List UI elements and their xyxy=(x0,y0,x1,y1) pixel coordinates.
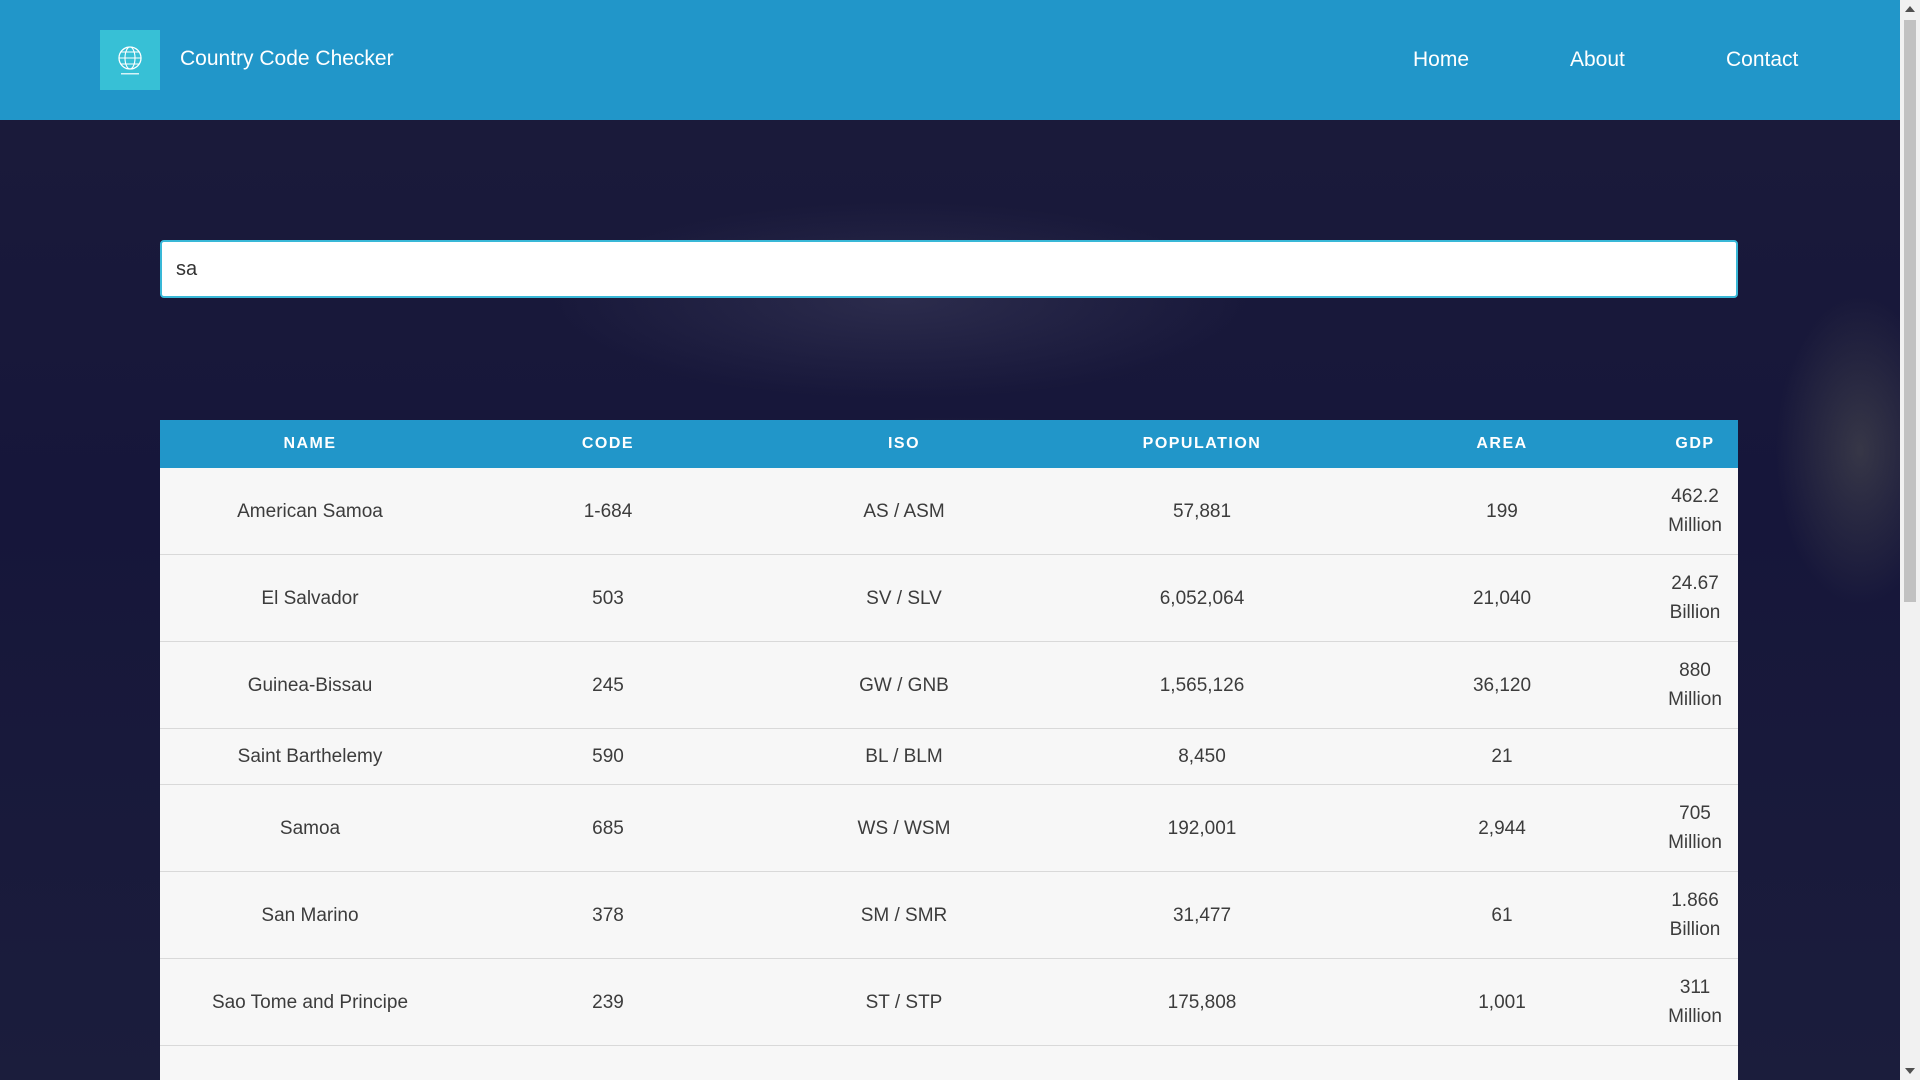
cell-population: 31,477 xyxy=(1052,871,1352,959)
country-table-container: NAME CODE ISO POPULATION AREA GDP Americ… xyxy=(160,420,1738,1080)
cell-code: 245 xyxy=(460,641,756,729)
cell-code xyxy=(460,1045,756,1080)
cell-code: 685 xyxy=(460,784,756,872)
cell-population: 57,881 xyxy=(1052,468,1352,555)
column-header-population[interactable]: POPULATION xyxy=(1052,420,1352,468)
cell-area: 2,944 xyxy=(1352,784,1652,872)
nav-about-link[interactable]: About xyxy=(1570,48,1625,72)
cell-gdp: 462.2 Million xyxy=(1652,468,1738,555)
cell-population: 8,450 xyxy=(1052,728,1352,785)
cell-iso: SM / SMR xyxy=(756,871,1052,959)
cell-code: 378 xyxy=(460,871,756,959)
table-row[interactable]: Guinea-Bissau 245 GW / GNB 1,565,126 36,… xyxy=(160,641,1738,729)
cell-gdp: 705 Million xyxy=(1652,784,1738,872)
scroll-down-arrow-icon[interactable] xyxy=(1905,1068,1915,1074)
cell-name: San Marino xyxy=(160,871,460,959)
nav-home-link[interactable]: Home xyxy=(1413,48,1469,72)
column-header-gdp[interactable]: GDP xyxy=(1652,420,1738,468)
cell-iso: WS / WSM xyxy=(756,784,1052,872)
country-table: NAME CODE ISO POPULATION AREA GDP Americ… xyxy=(160,420,1738,1080)
column-header-iso[interactable]: ISO xyxy=(756,420,1052,468)
cell-code: 503 xyxy=(460,554,756,642)
cell-gdp: 1.866 Billion xyxy=(1652,871,1738,959)
cell-code: 590 xyxy=(460,728,756,785)
cell-name xyxy=(160,1045,460,1080)
cell-population: 192,001 xyxy=(1052,784,1352,872)
page-scrollbar[interactable] xyxy=(1900,0,1920,1080)
cell-gdp: 24.67 Billion xyxy=(1652,554,1738,642)
cell-area: 21,040 xyxy=(1352,554,1652,642)
cell-name: Sao Tome and Principe xyxy=(160,958,460,1046)
cell-gdp: 718.5 xyxy=(1652,1045,1738,1080)
cell-area: 61 xyxy=(1352,871,1652,959)
cell-population: 1,565,126 xyxy=(1052,641,1352,729)
globe-icon xyxy=(118,46,142,75)
table-row[interactable]: Samoa 685 WS / WSM 192,001 2,944 705 Mil… xyxy=(160,784,1738,872)
table-row[interactable]: San Marino 378 SM / SMR 31,477 61 1.866 … xyxy=(160,871,1738,959)
column-header-name[interactable]: NAME xyxy=(160,420,460,468)
cell-name: American Samoa xyxy=(160,468,460,555)
cell-iso: SV / SLV xyxy=(756,554,1052,642)
cell-name: Guinea-Bissau xyxy=(160,641,460,729)
scroll-up-arrow-icon[interactable] xyxy=(1905,6,1915,12)
table-row[interactable]: American Samoa 1-684 AS / ASM 57,881 199… xyxy=(160,468,1738,555)
logo[interactable] xyxy=(100,30,160,90)
cell-iso: BL / BLM xyxy=(756,728,1052,785)
brand-title[interactable]: Country Code Checker xyxy=(180,47,394,71)
table-row[interactable]: 718.5 xyxy=(160,1045,1738,1080)
cell-population: 175,808 xyxy=(1052,958,1352,1046)
cell-iso: ST / STP xyxy=(756,958,1052,1046)
cell-iso: GW / GNB xyxy=(756,641,1052,729)
cell-population: 6,052,064 xyxy=(1052,554,1352,642)
search-input[interactable] xyxy=(160,240,1738,298)
table-row[interactable]: El Salvador 503 SV / SLV 6,052,064 21,04… xyxy=(160,554,1738,642)
table-row[interactable]: Saint Barthelemy 590 BL / BLM 8,450 21 xyxy=(160,728,1738,785)
cell-area: 21 xyxy=(1352,728,1652,785)
top-navbar: Country Code Checker Home About Contact xyxy=(0,0,1900,120)
cell-name: Samoa xyxy=(160,784,460,872)
scrollbar-thumb[interactable] xyxy=(1904,20,1916,602)
cell-area: 1,001 xyxy=(1352,958,1652,1046)
cell-population xyxy=(1052,1045,1352,1080)
cell-iso xyxy=(756,1045,1052,1080)
cell-gdp xyxy=(1652,728,1738,785)
nav-contact-link[interactable]: Contact xyxy=(1726,48,1798,72)
cell-gdp: 880 Million xyxy=(1652,641,1738,729)
cell-area: 36,120 xyxy=(1352,641,1652,729)
cell-name: El Salvador xyxy=(160,554,460,642)
cell-code: 1-684 xyxy=(460,468,756,555)
cell-name: Saint Barthelemy xyxy=(160,728,460,785)
cell-iso: AS / ASM xyxy=(756,468,1052,555)
table-header-row: NAME CODE ISO POPULATION AREA GDP xyxy=(160,420,1738,468)
cell-area: 199 xyxy=(1352,468,1652,555)
table-row[interactable]: Sao Tome and Principe 239 ST / STP 175,8… xyxy=(160,958,1738,1046)
cell-code: 239 xyxy=(460,958,756,1046)
cell-gdp: 311 Million xyxy=(1652,958,1738,1046)
cell-area xyxy=(1352,1045,1652,1080)
column-header-code[interactable]: CODE xyxy=(460,420,756,468)
column-header-area[interactable]: AREA xyxy=(1352,420,1652,468)
